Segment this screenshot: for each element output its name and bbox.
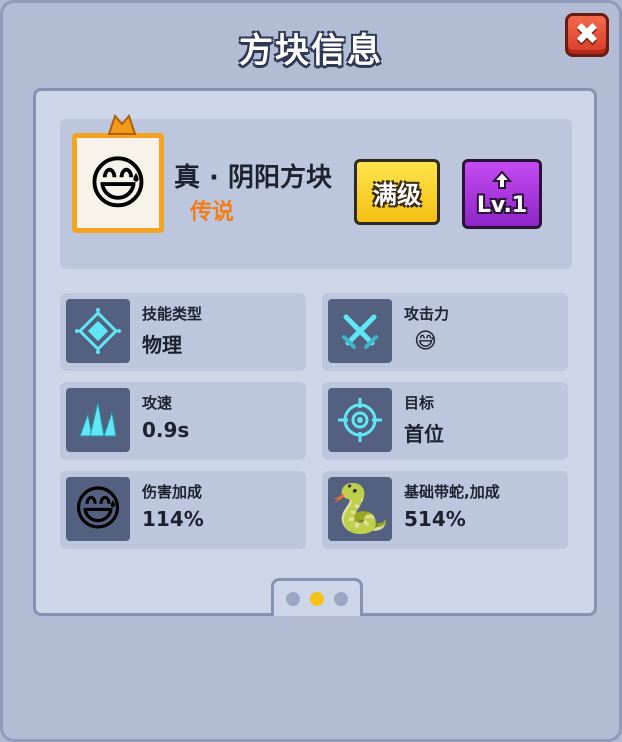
level-label: Lv.1 [476, 192, 528, 218]
stat-value: 首位 [404, 422, 444, 446]
diamond-crosshair-icon [66, 299, 130, 363]
block-name: 真 · 阴阳方块 [174, 163, 332, 193]
info-panel: 😅 真 · 阴阳方块 传说 满级 Lv.1 技能类型 物理 攻击力 😅 攻速 0… [33, 88, 597, 616]
stat-label: 基础带蛇,加成 [404, 483, 500, 501]
stat-attack: 攻击力 😅 [322, 293, 568, 371]
snake-icon: 🐍 [328, 477, 392, 541]
stat-attack-speed: 攻速 0.9s [60, 382, 306, 460]
stat-value: 物理 [142, 333, 182, 357]
page-dot-3[interactable] [334, 591, 348, 606]
close-icon: ✖ [574, 17, 600, 52]
crossed-swords-icon [328, 299, 392, 363]
window-title: 方块信息 [239, 31, 383, 71]
close-button[interactable]: ✖ [565, 13, 609, 57]
dragon-frame-icon [105, 112, 139, 145]
sweat-smile-icon: 😅 [87, 149, 149, 217]
stat-value: 514% [404, 507, 466, 531]
target-icon [328, 388, 392, 452]
stat-damage-bonus: 😅 伤害加成 114% [60, 471, 306, 549]
block-avatar: 😅 [72, 114, 164, 233]
page-dot-1[interactable] [286, 591, 300, 606]
page-dot-2-active[interactable] [310, 591, 324, 606]
stat-value: 0.9s [142, 418, 190, 442]
block-header-card: 😅 真 · 阴阳方块 传说 满级 Lv.1 [60, 114, 572, 269]
stat-label: 伤害加成 [142, 483, 203, 501]
stat-snake-bonus: 🐍 基础带蛇,加成 514% [322, 471, 568, 549]
page-indicator [271, 578, 363, 616]
max-level-button[interactable]: 满级 [354, 159, 440, 225]
level-up-button[interactable]: Lv.1 [462, 159, 542, 229]
stat-label: 技能类型 [142, 305, 203, 323]
stat-target: 目标 首位 [322, 382, 568, 460]
sweat-smile-icon: 😅 [414, 329, 437, 354]
ice-spikes-icon [66, 388, 130, 452]
up-arrow-icon [491, 169, 513, 193]
stat-label: 目标 [404, 394, 435, 412]
stat-value: 114% [142, 507, 204, 531]
stat-label: 攻击力 [404, 305, 450, 323]
stat-skill-type: 技能类型 物理 [60, 293, 306, 371]
rarity-label: 传说 [190, 200, 235, 225]
block-info-window: 方块信息 ✖ 😅 真 · 阴阳方块 传说 满级 Lv.1 技能类型 物理 攻击力… [0, 0, 622, 742]
sweat-smile-icon: 😅 [66, 477, 130, 541]
stat-label: 攻速 [142, 394, 173, 412]
